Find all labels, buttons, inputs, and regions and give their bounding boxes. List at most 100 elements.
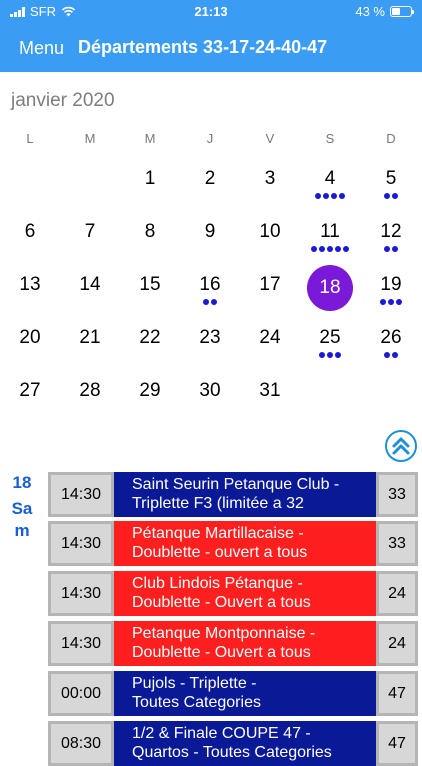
day-number: 11 (320, 221, 340, 242)
menu-button[interactable]: Menu (19, 38, 64, 59)
calendar-day[interactable]: 16 (180, 267, 240, 319)
calendar-day[interactable]: 13 (0, 267, 60, 319)
status-bar: SFR 21:13 43 % (0, 0, 422, 24)
weekday-label: J (206, 131, 214, 146)
calendar-day[interactable]: 22 (120, 320, 180, 372)
calendar-day[interactable]: 7 (60, 214, 120, 266)
event-row[interactable]: 14:30 Pétanque Martillacaise - Doublette -… (48, 521, 418, 566)
event-subtitle: Doublette - ouvert a tous (132, 544, 308, 561)
selected-day-name: m (14, 521, 30, 540)
day-number: 8 (144, 221, 156, 242)
day-number: 26 (380, 327, 402, 348)
calendar-day[interactable]: 21 (60, 320, 120, 372)
selected-day-name: Sa (11, 499, 33, 518)
event-dot (211, 299, 217, 305)
day-number: 3 (264, 168, 276, 189)
event-subtitle: Doublette - Ouvert a tous (132, 644, 311, 661)
calendar-day[interactable]: 8 (120, 214, 180, 266)
day-number: 28 (79, 380, 101, 401)
day-number: 25 (319, 327, 341, 348)
battery-icon (390, 6, 414, 17)
calendar-day[interactable]: 24 (240, 320, 300, 372)
event-row[interactable]: 00:00 Pujols - Triplette - Toutes Categori… (48, 671, 418, 716)
event-time: 00:00 (48, 671, 114, 716)
day-number: 6 (24, 221, 36, 242)
event-title: Petanque Montponnaise - (132, 625, 316, 642)
day-number: 4 (324, 168, 336, 189)
calendar-day[interactable]: 9 (180, 214, 240, 266)
event-dot (311, 246, 317, 252)
day-number: 14 (79, 274, 101, 295)
event-description: Petanque Montponnaise - Doublette - Ouver… (114, 621, 376, 666)
event-dot (388, 299, 394, 305)
event-dot (343, 246, 349, 252)
calendar-day[interactable]: 1 (120, 161, 180, 213)
event-description: Pujols - Triplette - Toutes Categories (114, 671, 376, 716)
calendar-day[interactable]: 12 (361, 214, 421, 266)
event-row[interactable]: 08:30 1/2 & Finale COUPE 47 - Quartos - To… (48, 721, 418, 766)
event-dot (327, 246, 333, 252)
event-dot (331, 193, 337, 199)
calendar-day[interactable]: 17 (240, 267, 300, 319)
calendar-day[interactable]: 23 (180, 320, 240, 372)
event-title: Pujols - Triplette - (132, 675, 257, 692)
calendar-day[interactable]: 15 (120, 267, 180, 319)
event-title: Club Lindois Pétanque - (132, 575, 303, 592)
calendar-day[interactable]: 14 (60, 267, 120, 319)
calendar-day[interactable]: 18 (300, 265, 360, 319)
weekday-label: D (386, 131, 396, 146)
event-row[interactable]: 14:30 Club Lindois Pétanque - Doublette - … (48, 571, 418, 616)
calendar-day[interactable]: 5 (361, 161, 421, 213)
calendar-day[interactable]: 28 (60, 373, 120, 425)
day-number: 19 (380, 274, 402, 295)
calendar-day[interactable]: 11 (300, 214, 360, 266)
calendar-day[interactable]: 31 (240, 373, 300, 425)
weekday-label: M (84, 131, 96, 146)
event-dot (315, 193, 321, 199)
day-number: 5 (385, 168, 397, 189)
event-indicator-dots (361, 299, 421, 305)
calendar-day[interactable]: 3 (240, 161, 300, 213)
event-time: 14:30 (48, 472, 114, 517)
day-number: 17 (259, 274, 281, 295)
calendar-day[interactable]: 20 (0, 320, 60, 372)
page-title: Départements 33-17-24-40-47 (78, 37, 328, 57)
event-title: Pétanque Martillacaise - (132, 525, 304, 542)
event-dot (392, 193, 398, 199)
event-description: Club Lindois Pétanque - Doublette - Ouver… (114, 571, 376, 616)
calendar-day[interactable]: 4 (300, 161, 360, 213)
day-number: 23 (199, 327, 221, 348)
weekday-label: S (325, 131, 335, 146)
day-number: 30 (199, 380, 221, 401)
calendar-day[interactable]: 30 (180, 373, 240, 425)
calendar-day[interactable]: 10 (240, 214, 300, 266)
calendar-day[interactable]: 29 (120, 373, 180, 425)
event-dot (384, 352, 390, 358)
event-department: 47 (376, 721, 418, 766)
event-dot (392, 352, 398, 358)
calendar-day[interactable]: 25 (300, 320, 360, 372)
event-row[interactable]: 14:30 Petanque Montponnaise - Doublette - … (48, 621, 418, 666)
calendar-day[interactable]: 27 (0, 373, 60, 425)
calendar-day[interactable]: 2 (180, 161, 240, 213)
selected-day-number: 18 (12, 473, 32, 492)
event-subtitle: Toutes Categories (132, 694, 261, 711)
event-description: Pétanque Martillacaise - Doublette - ouve… (114, 521, 376, 566)
calendar-day[interactable]: 19 (361, 267, 421, 319)
day-number: 12 (380, 221, 402, 242)
event-department: 24 (376, 621, 418, 666)
double-chevron-up-icon (392, 437, 410, 455)
event-row[interactable]: 14:30 Saint Seurin Petanque Club - Triplet… (48, 472, 418, 517)
event-department: 33 (376, 521, 418, 566)
collapse-calendar-button[interactable] (385, 430, 417, 462)
event-dot (380, 299, 386, 305)
day-number: 13 (19, 274, 41, 295)
event-dot (319, 352, 325, 358)
weekday-label: M (144, 131, 156, 146)
event-department: 47 (376, 671, 418, 716)
day-number: 22 (139, 327, 161, 348)
day-number: 24 (259, 327, 281, 348)
weekday-label: L (26, 131, 34, 146)
calendar-day[interactable]: 6 (0, 214, 60, 266)
calendar-day[interactable]: 26 (361, 320, 421, 372)
